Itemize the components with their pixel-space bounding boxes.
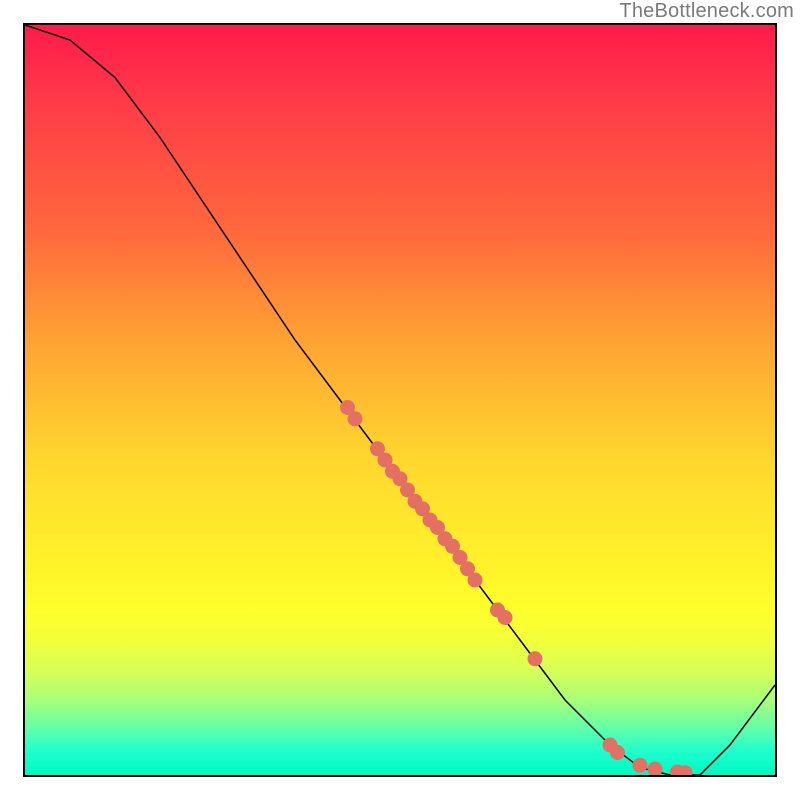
data-dot [468, 573, 483, 588]
plot-area [23, 23, 777, 777]
data-dot [348, 411, 363, 426]
data-dot [528, 651, 543, 666]
watermark-text: TheBottleneck.com [619, 0, 794, 23]
data-dot [633, 758, 648, 773]
data-dots [340, 400, 693, 777]
chart-container: TheBottleneck.com [0, 0, 800, 800]
data-dot [498, 610, 513, 625]
data-dot [610, 745, 625, 760]
chart-svg [25, 25, 775, 775]
bottleneck-curve [25, 25, 775, 775]
data-dot [648, 762, 663, 777]
